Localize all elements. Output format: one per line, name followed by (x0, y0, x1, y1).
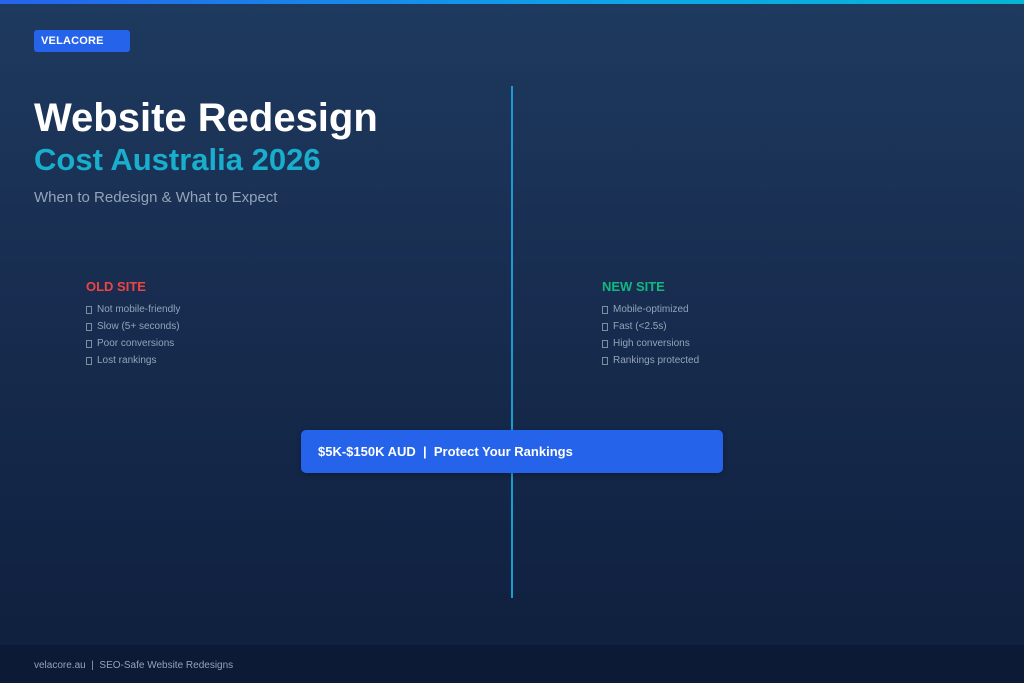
old-site-list: Not mobile-friendly Slow (5+ seconds) Po… (86, 301, 346, 369)
new-site-list: Mobile-optimized Fast (<2.5s) High conve… (602, 301, 862, 369)
list-item-label: Rankings protected (613, 355, 700, 366)
list-item-label: Poor conversions (97, 338, 175, 349)
list-item-label: High conversions (613, 338, 690, 349)
list-item: Rankings protected (602, 352, 862, 369)
page-title-secondary: Cost Australia 2026 (34, 142, 321, 177)
list-item-label: Lost rankings (97, 355, 157, 366)
pricing-banner: $5K-$150K AUD | Protect Your Rankings (301, 430, 723, 473)
old-site-heading: OLD SITE (86, 279, 146, 294)
list-item-label: Mobile-optimized (613, 304, 689, 315)
list-item: Not mobile-friendly (86, 301, 346, 318)
new-site-heading: NEW SITE (602, 279, 665, 294)
top-accent-bar (0, 0, 1024, 4)
list-item: Lost rankings (86, 352, 346, 369)
footer-text: velacore.au | SEO-Safe Website Redesigns (34, 660, 234, 671)
checkbox-placeholder-icon (602, 356, 608, 365)
checkbox-placeholder-icon (602, 322, 608, 331)
list-item: Poor conversions (86, 335, 346, 352)
list-item: Slow (5+ seconds) (86, 318, 346, 335)
brand-badge: VELACORE (34, 30, 130, 52)
new-site-column: NEW SITE Mobile-optimized Fast (<2.5s) H… (602, 279, 862, 369)
list-item-label: Fast (<2.5s) (613, 321, 667, 332)
page-subtitle: When to Redesign & What to Expect (34, 189, 278, 206)
old-site-column: OLD SITE Not mobile-friendly Slow (5+ se… (86, 279, 346, 369)
checkbox-placeholder-icon (602, 305, 608, 314)
list-item: Mobile-optimized (602, 301, 862, 318)
checkbox-placeholder-icon (86, 356, 92, 365)
checkbox-placeholder-icon (86, 339, 92, 348)
checkbox-placeholder-icon (86, 305, 92, 314)
vertical-divider (511, 86, 513, 598)
list-item: High conversions (602, 335, 862, 352)
checkbox-placeholder-icon (86, 322, 92, 331)
list-item-label: Slow (5+ seconds) (97, 321, 180, 332)
list-item: Fast (<2.5s) (602, 318, 862, 335)
checkbox-placeholder-icon (602, 339, 608, 348)
list-item-label: Not mobile-friendly (97, 304, 181, 315)
page-title: Website Redesign (34, 96, 378, 140)
